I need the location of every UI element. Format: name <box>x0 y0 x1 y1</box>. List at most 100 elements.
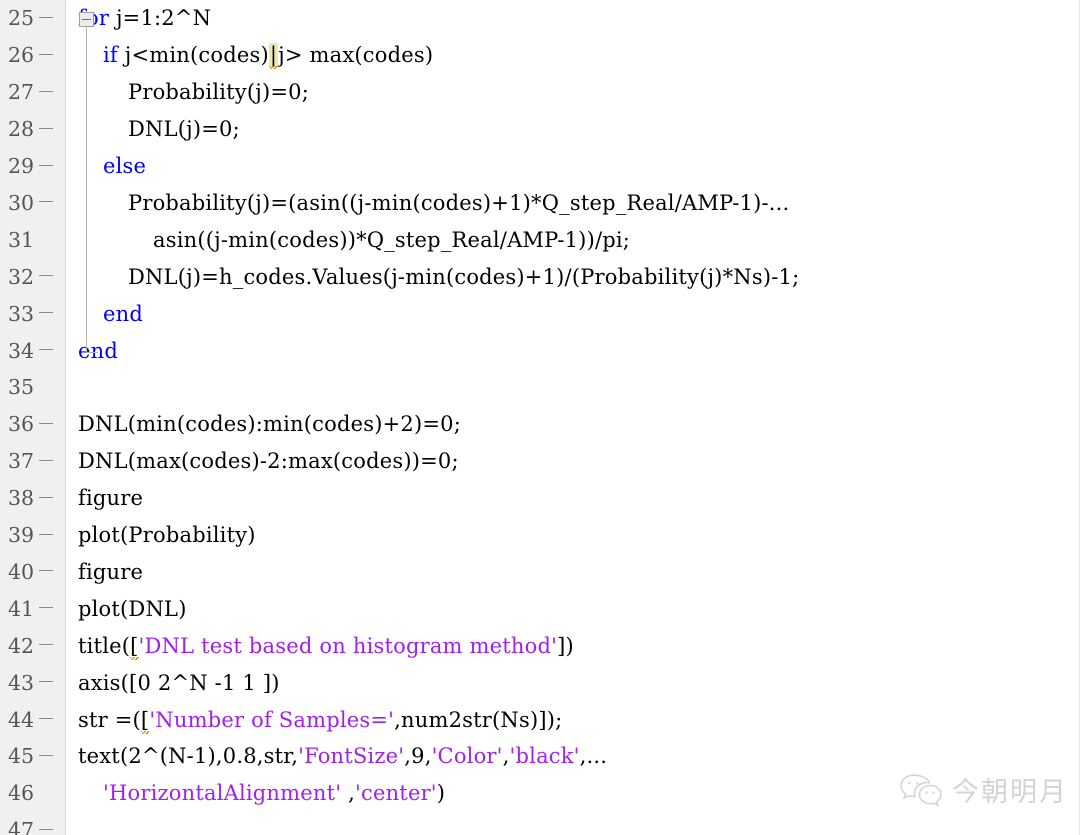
line-number-value: 42 <box>8 633 35 658</box>
code-text[interactable]: else <box>103 148 146 185</box>
line-number[interactable]: 31 <box>0 221 66 259</box>
line-number-value: 45 <box>8 744 35 769</box>
line-number-value: 29 <box>8 154 35 179</box>
code-text[interactable]: for j=1:2^N <box>78 0 211 37</box>
line-number[interactable]: 30 <box>0 184 66 222</box>
code-text[interactable]: DNL(j)=0; <box>128 111 240 148</box>
code-line[interactable]: 28 DNL(j)=0; <box>0 110 1080 148</box>
code-line[interactable]: 34 end <box>0 332 1080 369</box>
executable-line-dash <box>39 496 54 498</box>
code-token: ]) <box>557 633 574 658</box>
line-number[interactable]: 46 <box>0 774 66 812</box>
code-line[interactable]: 26 if j<min(codes) | j> max(codes) <box>0 36 1080 74</box>
code-line[interactable]: 27 Probability(j)=0; <box>0 73 1080 111</box>
code-line[interactable]: 42 title(['DNL test based on histogram me… <box>0 627 1080 665</box>
code-line[interactable]: 36 DNL(min(codes):min(codes)+2)=0; <box>0 405 1080 443</box>
line-number[interactable]: 41 <box>0 590 66 628</box>
line-number[interactable]: 35 <box>0 369 66 406</box>
code-line[interactable]: 38 figure <box>0 479 1080 517</box>
line-dash-placeholder <box>39 238 53 239</box>
executable-line-dash <box>39 644 54 646</box>
line-number[interactable]: 45 <box>0 738 66 775</box>
code-line[interactable]: 31 asin((j-min(codes))*Q_step_Real/AMP-1)… <box>0 221 1080 259</box>
wechat-logo-icon <box>900 773 942 807</box>
line-number[interactable]: 38 <box>0 479 66 517</box>
line-number[interactable]: 40 <box>0 553 66 591</box>
code-line[interactable]: 32 DNL(j)=h_codes.Values(j-min(codes)+1)/… <box>0 258 1080 296</box>
code-text[interactable]: Probability(j)=(asin((j-min(codes)+1)*Q_… <box>128 185 789 222</box>
code-token: str =( <box>78 707 141 732</box>
code-token: axis([0 2^N -1 1 ]) <box>78 670 280 695</box>
string-token: 'Number of Samples=' <box>149 707 395 732</box>
line-number[interactable]: 34 <box>0 332 66 369</box>
code-text[interactable]: end <box>103 295 143 332</box>
code-text[interactable]: plot(DNL) <box>78 590 187 627</box>
executable-line-dash <box>39 828 54 830</box>
matlab-code-editor[interactable]: 25 for j=1:2^N 26 if j<min(codes)|j> max(co… <box>0 0 1080 835</box>
code-line[interactable]: 40 figure <box>0 553 1080 591</box>
line-number[interactable]: 33 <box>0 295 66 333</box>
code-line[interactable]: 25 for j=1:2^N <box>0 0 1080 37</box>
code-token: plot(Probability) <box>78 523 256 548</box>
line-number[interactable]: 28 <box>0 110 66 148</box>
line-number[interactable]: 26 <box>0 36 66 74</box>
line-number[interactable]: 36 <box>0 405 66 443</box>
code-text[interactable]: if j<min(codes) | j> max(codes) <box>103 37 433 74</box>
keyword-token: end <box>78 338 118 363</box>
code-text[interactable]: Probability(j)=0; <box>128 74 309 111</box>
code-text[interactable]: figure <box>78 554 143 591</box>
code-line[interactable]: 35 <box>0 369 1080 406</box>
code-token: j<min(codes) <box>117 43 269 68</box>
code-text[interactable]: figure <box>78 480 143 517</box>
executable-line-dash <box>39 681 54 683</box>
executable-line-dash <box>39 90 54 92</box>
keyword-token: if <box>103 43 118 68</box>
code-line[interactable]: 39 plot(Probability) <box>0 516 1080 554</box>
line-number[interactable]: 25 <box>0 0 66 37</box>
code-text[interactable]: end <box>78 332 118 369</box>
code-text[interactable]: DNL(max(codes)-2:max(codes))=0; <box>78 443 459 480</box>
code-text[interactable]: title(['DNL test based on histogram meth… <box>78 627 574 664</box>
line-number-value: 38 <box>8 486 35 511</box>
code-text[interactable]: plot(Probability) <box>78 517 256 554</box>
line-number-value: 46 <box>8 781 35 806</box>
code-line[interactable]: 29 else <box>0 147 1080 185</box>
code-text[interactable]: 'HorizontalAlignment' ,'center') <box>103 775 445 812</box>
code-text[interactable]: str =(['Number of Samples=' ,num2str(Ns)]… <box>78 701 562 738</box>
line-number[interactable]: 47 <box>0 811 66 835</box>
code-line[interactable]: 43 axis([0 2^N -1 1 ]) <box>0 664 1080 702</box>
warning-token: [ <box>140 707 150 734</box>
line-number[interactable]: 44 <box>0 701 66 738</box>
line-dash-placeholder <box>39 792 53 793</box>
line-number-value: 31 <box>8 227 35 252</box>
code-text[interactable]: text(2^(N-1),0.8,str, 'FontSize' ,9, 'Color… <box>78 738 607 775</box>
line-number[interactable]: 37 <box>0 442 66 480</box>
minus-box-icon[interactable] <box>79 12 94 27</box>
line-number[interactable]: 42 <box>0 627 66 665</box>
code-line[interactable]: 37 DNL(max(codes)-2:max(codes))=0; <box>0 442 1080 480</box>
executable-line-dash <box>39 53 54 55</box>
code-line[interactable]: 47 <box>0 811 1080 835</box>
code-line[interactable]: 41 plot(DNL) <box>0 590 1080 628</box>
line-number[interactable]: 29 <box>0 147 66 185</box>
code-text[interactable]: axis([0 2^N -1 1 ]) <box>78 664 280 701</box>
code-text[interactable]: asin((j-min(codes))*Q_step_Real/AMP-1))/… <box>153 221 630 258</box>
code-token: Probability(j)=(asin((j-min(codes)+1)*Q_… <box>128 190 769 215</box>
line-number[interactable]: 39 <box>0 516 66 554</box>
code-line[interactable]: 33 end <box>0 295 1080 333</box>
line-number-value: 47 <box>8 818 35 835</box>
string-token: 'black' <box>509 744 580 769</box>
code-token: DNL(j)=h_codes.Values(j-min(codes)+1)/(P… <box>128 264 800 289</box>
line-number[interactable]: 43 <box>0 664 66 702</box>
code-line[interactable]: 30 Probability(j)=(asin((j-min(codes)+1)*… <box>0 184 1080 222</box>
keyword-token: end <box>103 301 143 326</box>
line-number[interactable]: 32 <box>0 258 66 296</box>
code-text[interactable]: DNL(min(codes):min(codes)+2)=0; <box>78 406 461 443</box>
executable-line-dash <box>39 164 54 166</box>
code-token: text(2^(N-1),0.8,str, <box>78 744 299 769</box>
line-number-value: 40 <box>8 559 35 584</box>
line-number[interactable]: 27 <box>0 73 66 111</box>
code-text[interactable]: DNL(j)=h_codes.Values(j-min(codes)+1)/(P… <box>128 258 799 295</box>
code-line[interactable]: 44 str =(['Number of Samples=' ,num2str(Ns… <box>0 701 1080 738</box>
highlighted-token: | <box>268 43 279 70</box>
